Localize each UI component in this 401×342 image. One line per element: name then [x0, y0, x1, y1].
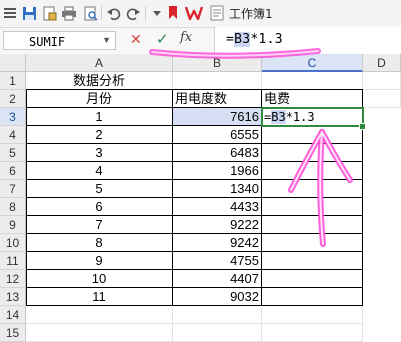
cell-empty[interactable]: [173, 324, 262, 342]
document-icon: [210, 5, 224, 21]
undo-icon[interactable]: [105, 4, 121, 22]
row-header-9[interactable]: 9: [0, 216, 26, 234]
cell-fee[interactable]: [262, 216, 363, 234]
wps-logo-icon[interactable]: [184, 4, 204, 22]
row-header-11[interactable]: 11: [0, 252, 26, 270]
cell-fee[interactable]: [262, 198, 363, 216]
cell-fee[interactable]: [262, 270, 363, 288]
cell-usage-referenced[interactable]: 7616: [173, 108, 262, 126]
row-header-7[interactable]: 7: [0, 180, 26, 198]
menu-icon[interactable]: [2, 4, 18, 22]
cell-usage[interactable]: 9032: [173, 288, 262, 306]
formula-text: =B3*1.3: [226, 32, 283, 47]
customize-icon[interactable]: [149, 4, 165, 22]
cell-month[interactable]: 8: [26, 234, 173, 252]
cell-fee[interactable]: [262, 144, 363, 162]
toolbar-divider: [101, 6, 102, 20]
cell-fee[interactable]: [262, 288, 363, 306]
spreadsheet-grid[interactable]: A B C D 1 2 3 4 5 6 7 8 9 10 11 12 13 14…: [0, 54, 401, 342]
cell-usage[interactable]: 4433: [173, 198, 262, 216]
column-header-c[interactable]: C: [262, 54, 363, 72]
print-icon[interactable]: [61, 4, 77, 22]
print-preview-icon[interactable]: [82, 4, 98, 22]
cell-d1[interactable]: [363, 72, 401, 90]
cell-month[interactable]: 5: [26, 180, 173, 198]
redo-icon[interactable]: [125, 4, 141, 22]
name-box-value: SUMIF: [29, 35, 66, 49]
cell-usage[interactable]: 6555: [173, 126, 262, 144]
column-header-a[interactable]: A: [26, 54, 173, 72]
formula-reference: B3: [234, 32, 251, 47]
cell-fee[interactable]: [262, 126, 363, 144]
cell-usage[interactable]: 6483: [173, 144, 262, 162]
cell-fee[interactable]: [262, 252, 363, 270]
cell-usage[interactable]: 9222: [173, 216, 262, 234]
cell-a1[interactable]: 数据分析: [26, 72, 173, 90]
formula-suffix: *1.3: [250, 32, 283, 47]
header-fee[interactable]: 电费: [262, 90, 363, 108]
table-top-border: [26, 89, 363, 90]
tag-icon[interactable]: [165, 4, 181, 22]
row-header-12[interactable]: 12: [0, 270, 26, 288]
row-header-3[interactable]: 3: [0, 108, 26, 126]
workbook-title: 工作簿1: [229, 7, 273, 21]
cell-fee[interactable]: [262, 234, 363, 252]
save-icon[interactable]: [21, 4, 37, 22]
cell-b1[interactable]: [173, 72, 262, 90]
cell-empty[interactable]: [262, 306, 363, 324]
column-header-d[interactable]: D: [363, 54, 401, 72]
cell-month[interactable]: 3: [26, 144, 173, 162]
confirm-formula-button[interactable]: ✓: [156, 30, 169, 48]
cell-usage[interactable]: 4755: [173, 252, 262, 270]
cell-c1[interactable]: [262, 72, 363, 90]
cell-usage[interactable]: 1340: [173, 180, 262, 198]
cell-usage[interactable]: 4407: [173, 270, 262, 288]
cell-empty[interactable]: [262, 324, 363, 342]
cancel-formula-button[interactable]: ✕: [130, 31, 142, 48]
insert-function-button[interactable]: fx: [180, 30, 192, 45]
row-header-6[interactable]: 6: [0, 162, 26, 180]
cell-d2[interactable]: [363, 90, 401, 108]
cell-month[interactable]: 2: [26, 126, 173, 144]
cell-month[interactable]: 11: [26, 288, 173, 306]
formula-prefix: =: [226, 32, 235, 47]
row-header-13[interactable]: 13: [0, 288, 26, 306]
row-header-10[interactable]: 10: [0, 234, 26, 252]
toolbar-divider: [145, 6, 146, 20]
row-header-5[interactable]: 5: [0, 144, 26, 162]
header-usage[interactable]: 用电度数: [173, 90, 262, 108]
column-header-b[interactable]: B: [173, 54, 262, 72]
row-header-4[interactable]: 4: [0, 126, 26, 144]
fill-handle[interactable]: [359, 123, 366, 130]
row-header-8[interactable]: 8: [0, 198, 26, 216]
cell-month[interactable]: 4: [26, 162, 173, 180]
cell-month[interactable]: 1: [26, 108, 173, 126]
chevron-down-icon[interactable]: ▼: [102, 35, 111, 45]
row-header-2[interactable]: 2: [0, 90, 26, 108]
select-all-corner[interactable]: [0, 54, 26, 72]
cell-empty[interactable]: [26, 306, 173, 324]
cell-empty[interactable]: [26, 324, 173, 342]
cell-fee[interactable]: [262, 180, 363, 198]
cell-usage[interactable]: 9242: [173, 234, 262, 252]
active-cell-border: [261, 107, 364, 127]
table-left-border: [26, 89, 27, 306]
row-header-14[interactable]: 14: [0, 306, 26, 324]
header-month[interactable]: 月份: [26, 90, 173, 108]
quick-access-toolbar: 工作簿1: [0, 0, 401, 27]
cell-fee[interactable]: [262, 162, 363, 180]
cell-empty[interactable]: [173, 306, 262, 324]
cell-month[interactable]: 6: [26, 198, 173, 216]
formula-input[interactable]: =B3*1.3: [214, 27, 401, 54]
cell-usage[interactable]: 1966: [173, 162, 262, 180]
save-as-icon[interactable]: [41, 4, 57, 22]
row-header-1[interactable]: 1: [0, 72, 26, 90]
name-box[interactable]: SUMIF ▼: [3, 31, 116, 50]
cell-month[interactable]: 9: [26, 252, 173, 270]
cell-month[interactable]: 7: [26, 216, 173, 234]
cell-month[interactable]: 10: [26, 270, 173, 288]
row-header-15[interactable]: 15: [0, 324, 26, 342]
